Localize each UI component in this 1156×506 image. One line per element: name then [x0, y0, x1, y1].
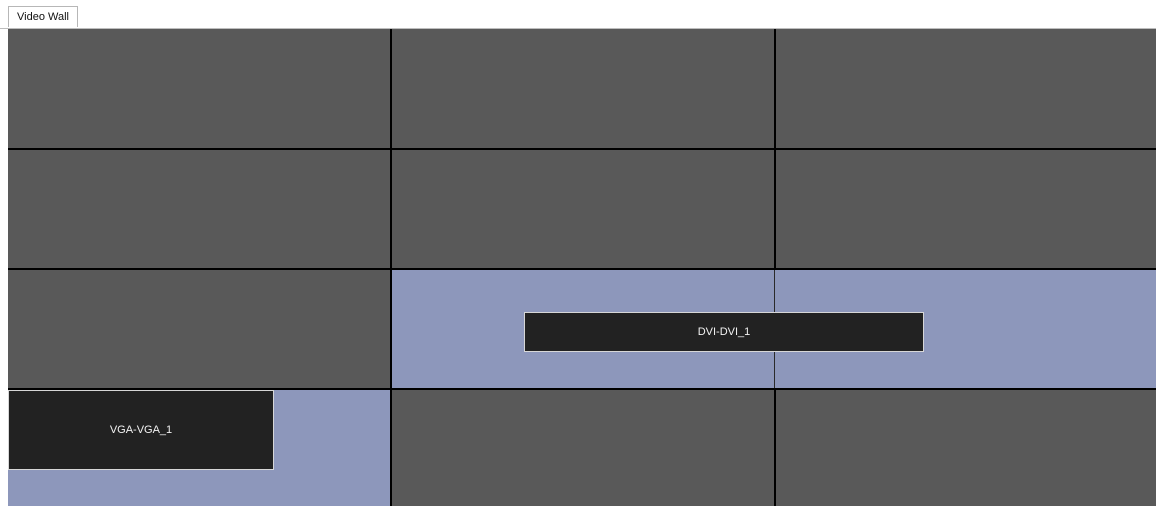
wall-screen-r3-c1[interactable]	[8, 270, 390, 388]
wall-screen-r2-c1[interactable]	[8, 150, 390, 268]
video-wall-canvas[interactable]: DVI-DVI_1 VGA-VGA_1	[8, 29, 1156, 506]
wall-screen-r2-c2[interactable]	[392, 150, 774, 268]
tab-video-wall[interactable]: Video Wall	[8, 6, 78, 27]
wall-screen-r2-c3[interactable]	[776, 150, 1156, 268]
source-window-dvi[interactable]: DVI-DVI_1	[524, 312, 924, 352]
wall-screen-r1-c1[interactable]	[8, 29, 390, 148]
source-window-vga[interactable]: VGA-VGA_1	[8, 390, 274, 470]
video-wall-panel: Video Wall DVI-DVI_1 VGA-VGA_1	[0, 0, 1156, 506]
wall-screen-r1-c2[interactable]	[392, 29, 774, 148]
wall-screen-r4-c3[interactable]	[776, 390, 1156, 506]
tab-strip: Video Wall	[0, 0, 1156, 29]
wall-screen-r1-c3[interactable]	[776, 29, 1156, 148]
wall-screen-r4-c2[interactable]	[392, 390, 774, 506]
